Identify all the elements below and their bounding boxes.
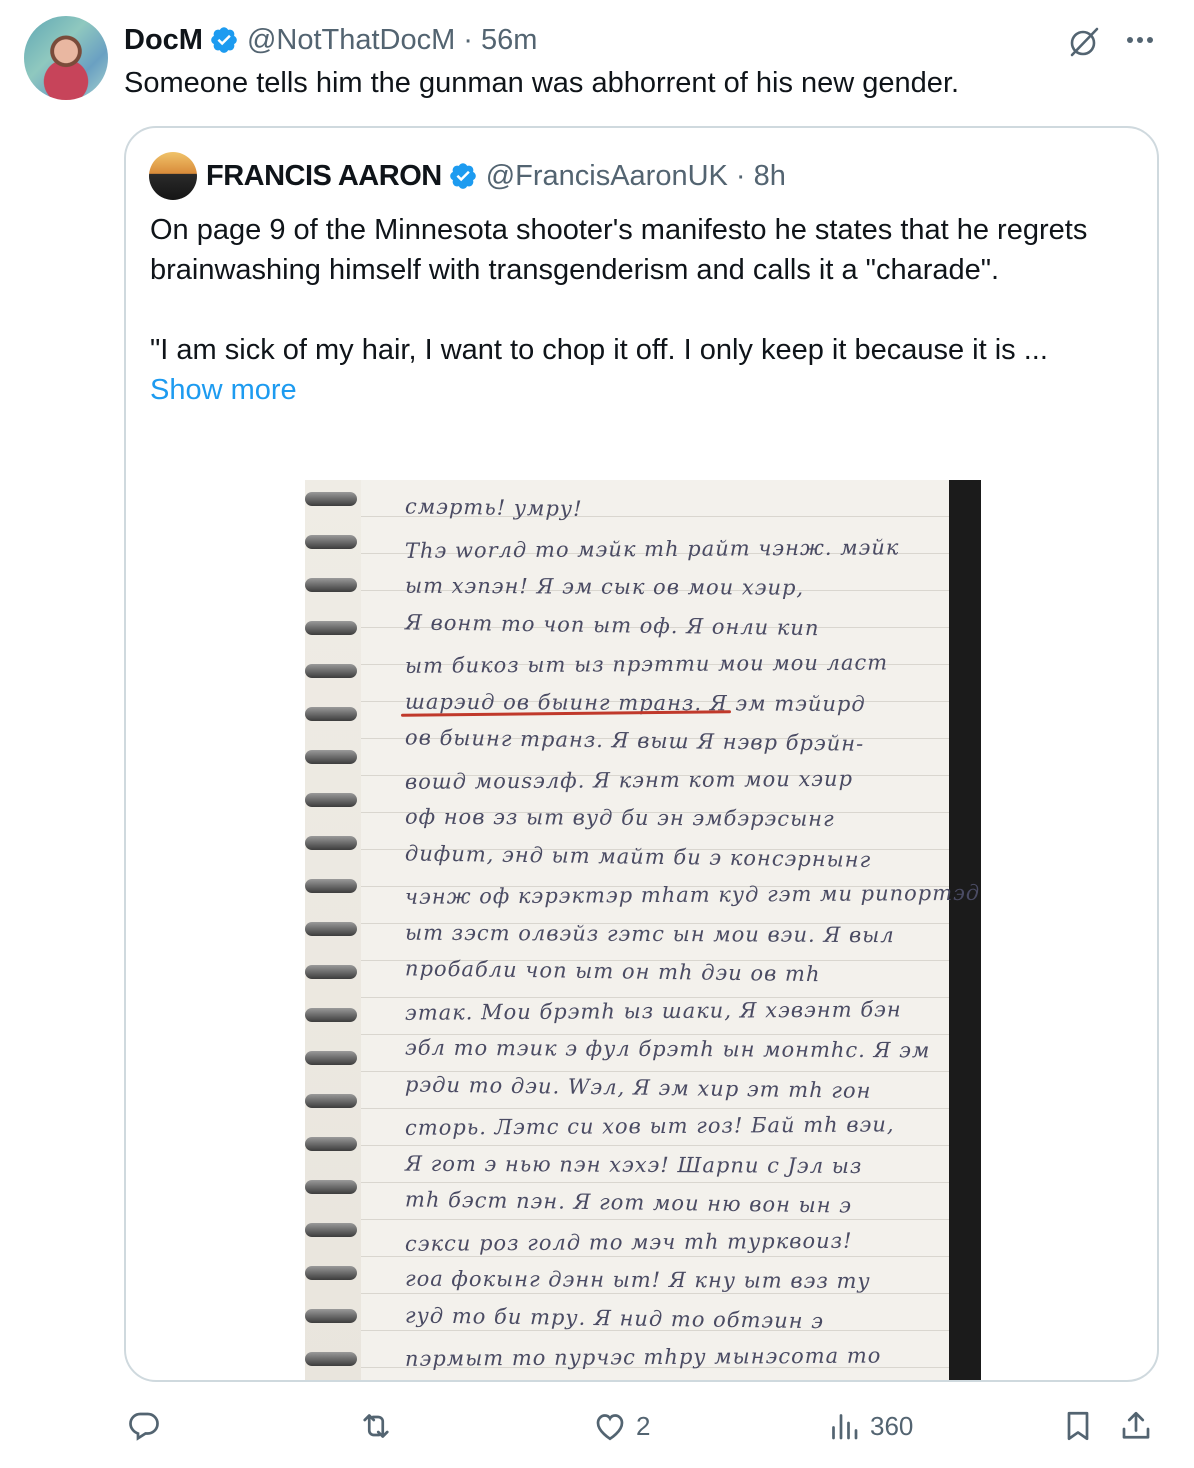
handwritten-line: сторь. Лэтс си хов ыт гоз! Бай тh вэи, [404,1112,895,1140]
bookmark-button[interactable] [1060,1408,1096,1444]
spiral-ring [305,1008,357,1022]
handwritten-line: Я гот э нью пэн хэхэ! Шарпи с Jэл ыз [404,1151,863,1178]
share-icon [1122,1411,1150,1439]
repost-icon [363,1414,389,1438]
spiral-ring [305,1094,357,1108]
views-button[interactable]: 360 [826,1408,913,1444]
action-bar: 2 360 [0,1400,1194,1456]
quoted-paragraph-1: On page 9 of the Minnesota shooter's man… [150,214,1088,286]
handwritten-line: ыт хэпэн! Я эм сык ов мои хэир, [404,573,805,600]
spiral-ring [305,879,357,893]
verified-badge-icon[interactable] [209,25,239,55]
handwritten-line: гоа фокынг дэнн ыт! Я кну ыт вэз ту [404,1266,871,1294]
spiral-ring [305,1309,357,1323]
share-button[interactable] [1118,1408,1154,1444]
spiral-ring [305,793,357,807]
spiral-ring [305,492,357,506]
author-avatar[interactable] [24,16,108,100]
handwritten-line: ыт бикоз ыт ыз прэтти мои мои ласт [404,650,889,678]
grok-icon[interactable] [1066,24,1102,60]
handwritten-line: оф нов эз ыт вуд би эн эмбэрэсынг [404,804,835,831]
spiral-ring [305,1137,357,1151]
spiral-ring [305,1266,357,1280]
quoted-author-display-name[interactable]: FRANCIS AARON [206,160,442,193]
spiral-ring [305,578,357,592]
spiral-ring [305,965,357,979]
manifesto-page-image[interactable]: смэрть! умру! Тhэ worлд то мэйк тh райт ч… [305,480,981,1380]
reply-icon [129,1412,159,1441]
handwritten-line: эбл то тэик э фул брэтh ын монтhс. Я эм [404,1035,931,1063]
spiral-ring [305,535,357,549]
like-count: 2 [636,1410,651,1441]
handwritten-line: Тhэ worлд то мэйк тh райт чэнж. мэйк [404,534,900,563]
spiral-ring [305,707,357,721]
author-handle[interactable]: @NotThatDocM [247,24,455,57]
quoted-tweet-header: FRANCIS AARON @FrancisAaronUK · 8h [206,158,786,194]
separator-dot: · [735,159,746,192]
verified-badge-icon[interactable] [448,161,478,191]
tweet-text: Someone tells him the gunman was abhorre… [124,67,960,99]
tweet-time[interactable]: 56m [481,24,537,57]
more-icon[interactable] [1120,28,1160,52]
spiral-ring [305,664,357,678]
view-count: 360 [870,1410,914,1441]
quoted-tweet-text: On page 9 of the Minnesota shooter's man… [150,210,1140,410]
separator-dot: · [463,23,473,56]
handwritten-line: сэкси роз голд то мэч тh турквоиз! [404,1228,853,1256]
like-icon [596,1414,624,1441]
handwritten-line: ыт зэст олвэйз гэтс ын мои вэи. Я выл [404,920,895,947]
spiral-ring [305,1352,357,1366]
reply-button[interactable] [126,1408,170,1444]
bookmark-icon [1067,1411,1089,1441]
spiral-ring [305,1223,357,1237]
quoted-author-avatar[interactable] [149,152,197,200]
dark-background-edge [949,480,981,1380]
views-icon [832,1414,858,1440]
spiral-ring [305,1180,357,1194]
spiral-ring [305,836,357,850]
handwritten-line: пэрмыт то пурчэс тhру мынэсота то [404,1343,882,1371]
spiral-ring [305,922,357,936]
repost-button[interactable] [358,1408,402,1444]
quoted-tweet-time[interactable]: 8h [754,160,786,193]
handwritten-line: этак. Мои брэтh ыз шаки, Я хэвэнт бэн [404,996,902,1025]
spiral-ring [305,750,357,764]
handwritten-line: чэнж оф кэрэктэр тhат куд гэт ми рипортэ… [404,880,981,909]
show-more-link[interactable]: Show more [150,370,1140,410]
quoted-paragraph-2: "I am sick of my hair, I want to chop it… [150,334,1048,366]
handwritten-line: вошд моиsэлф. Я кэнт кот мои хэир [404,766,854,794]
spiral-ring [305,1051,357,1065]
spiral-ring [305,621,357,635]
quoted-author-handle[interactable]: @FrancisAaronUK [486,160,728,193]
tweet-header: DocM @NotThatDocM · 56m [124,22,537,58]
quoted-tweet-card[interactable]: FRANCIS AARON @FrancisAaronUK · 8h On pa… [124,126,1159,1382]
author-display-name[interactable]: DocM [124,24,203,57]
like-button[interactable]: 2 [592,1408,650,1444]
